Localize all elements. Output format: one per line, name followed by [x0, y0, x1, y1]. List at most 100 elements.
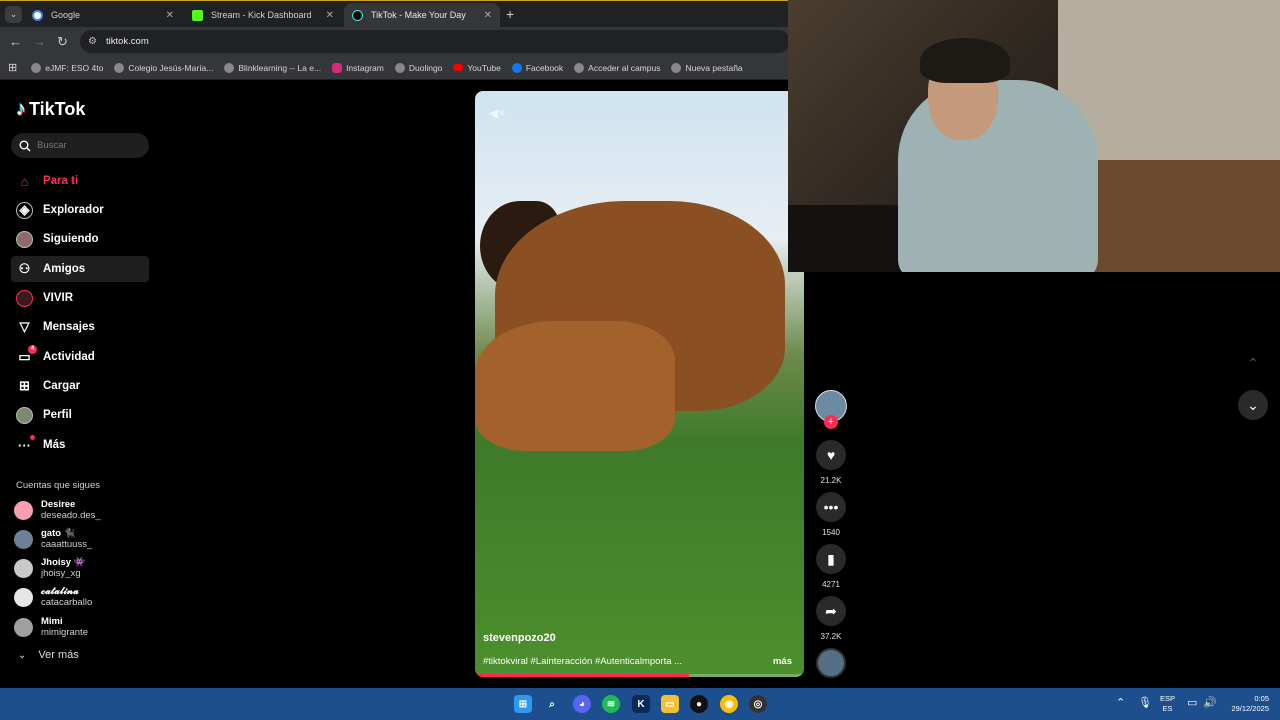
search-box[interactable] — [11, 133, 149, 158]
search-input[interactable] — [37, 140, 137, 151]
search-icon[interactable]: ⌕ — [543, 695, 561, 713]
video-frame-shape — [475, 321, 675, 451]
bookmark-item[interactable]: Duolingo — [394, 62, 442, 73]
video-player[interactable]: ◀× stevenpozo20 #tiktokviral #Lainteracc… — [475, 91, 804, 677]
apps-icon[interactable]: ⊞ — [8, 61, 17, 74]
tiktok-sidebar: ♪ TikTok ⌂ Para ti ◈ Explorador Siguiend… — [0, 81, 160, 688]
see-more-label: Ver más — [38, 649, 79, 661]
avatar — [14, 500, 33, 520]
address-bar[interactable]: ⚙ tiktok.com — [80, 30, 790, 53]
mute-icon[interactable]: ◀× — [489, 106, 505, 120]
followed-account[interactable]: Desiree deseado.des_ — [14, 499, 101, 521]
volume-icon[interactable]: 🔊 — [1203, 696, 1217, 709]
see-more-button[interactable]: ⌄ Ver más — [18, 649, 79, 661]
nav-label: Para ti — [43, 175, 79, 187]
reload-icon[interactable]: ↻ — [57, 34, 68, 50]
bookmark-item[interactable]: eJMF: ESO 4to — [31, 62, 104, 73]
account-handle: mimigrante — [41, 627, 88, 638]
language-code: ESP — [1160, 694, 1176, 703]
nav-label: Actividad — [43, 351, 95, 363]
followed-account[interactable]: Jhoisy 👾 jhoisy_xg — [14, 557, 86, 579]
bookmark-item[interactable]: Blinklearning -- La e... — [224, 62, 321, 73]
tray-chevron-up-icon[interactable]: ⌃ — [1116, 696, 1125, 709]
compass-icon: ◈ — [16, 201, 33, 219]
share-button[interactable]: ➦ — [816, 596, 846, 626]
save-button[interactable]: ▮ — [816, 544, 846, 574]
avatar — [14, 558, 33, 578]
previous-video-button[interactable]: ⌃ — [1238, 348, 1268, 378]
nav-cargar[interactable]: ⊞ Cargar — [11, 373, 149, 399]
nav-label: Más — [43, 439, 66, 451]
chrome-icon[interactable]: ◉ — [720, 695, 738, 713]
microphone-icon[interactable]: 🎙 — [1138, 696, 1152, 709]
obs-icon[interactable]: ● — [690, 695, 708, 713]
system-clock[interactable]: 0:05 29/12/2025 — [1225, 694, 1269, 714]
bookmark-icon — [224, 62, 235, 73]
discord-icon[interactable]: ◕ — [573, 695, 591, 713]
nav-label: VIVIR — [43, 292, 74, 304]
back-icon[interactable]: ← — [9, 34, 22, 49]
forward-icon[interactable]: → — [33, 34, 46, 49]
music-disc-icon[interactable] — [816, 648, 846, 678]
nav-siguiendo[interactable]: Siguiendo — [11, 226, 149, 252]
google-icon — [32, 9, 43, 21]
tab-tiktok[interactable]: TikTok - Make Your Day ✕ — [344, 3, 500, 27]
caption-more-button[interactable]: más — [773, 656, 792, 667]
share-icon: ➦ — [825, 602, 837, 619]
comment-button[interactable]: ••• — [816, 492, 846, 522]
bookmark-item[interactable]: YouTube — [453, 63, 501, 73]
bookmark-item[interactable]: Nueva pestaña — [671, 62, 743, 73]
account-handle: deseado.des_ — [41, 510, 101, 521]
bookmark-label: eJMF: ESO 4to — [45, 62, 104, 73]
bookmark-item[interactable]: Colegio Jesús-María... — [114, 62, 214, 73]
chevron-down-icon: ⌄ — [1247, 396, 1259, 413]
share-count: 37.2K — [820, 632, 842, 641]
bookmark-label: Colegio Jesús-María... — [128, 62, 214, 73]
close-icon[interactable]: ✕ — [484, 10, 492, 21]
new-tab-button[interactable]: + — [506, 6, 514, 22]
follow-plus-icon[interactable]: + — [824, 415, 838, 429]
close-icon[interactable]: ✕ — [166, 10, 174, 21]
nav-perfil[interactable]: Perfil — [11, 402, 149, 428]
windows-start-icon[interactable]: ⊞ — [514, 695, 532, 713]
avatar — [14, 529, 33, 549]
nav-explorador[interactable]: ◈ Explorador — [11, 197, 149, 223]
nav-vivir[interactable]: VIVIR — [11, 285, 149, 311]
kick-app-icon[interactable]: K — [632, 695, 650, 713]
video-progress-bar[interactable] — [475, 674, 804, 677]
next-video-button[interactable]: ⌄ — [1238, 390, 1268, 420]
file-explorer-icon[interactable]: ▭ — [661, 695, 679, 713]
tiktok-note-icon: ♪ — [16, 98, 26, 120]
spotify-icon[interactable]: ≋ — [602, 695, 620, 713]
nav-amigos[interactable]: ⚇ Amigos — [11, 256, 149, 282]
tab-kick[interactable]: Stream - Kick Dashboard ✕ — [184, 3, 342, 27]
tab-search-button[interactable]: ⌄ — [5, 6, 22, 23]
account-name: Desiree — [41, 499, 76, 510]
tiktok-logo[interactable]: ♪ TikTok — [16, 98, 85, 121]
nav-actividad[interactable]: ▭ 4 Actividad — [11, 344, 149, 370]
followed-account[interactable]: 𝓬𝓪𝓽𝓪𝓵𝓲𝓷𝓪 catacarballo — [14, 586, 92, 608]
bookmark-item[interactable]: Facebook — [511, 62, 563, 73]
site-info-icon[interactable]: ⚙ — [88, 36, 97, 47]
bookmark-item[interactable]: Instagram — [332, 62, 384, 73]
nav-para-ti[interactable]: ⌂ Para ti — [11, 168, 149, 194]
like-button[interactable]: ♥ — [816, 440, 846, 470]
tab-google[interactable]: Google ✕ — [24, 3, 182, 27]
video-username[interactable]: stevenpozo20 — [483, 632, 556, 644]
followed-account[interactable]: gato 🐈‍⬛ caaattuuss_ — [14, 528, 92, 550]
close-icon[interactable]: ✕ — [326, 10, 334, 21]
nav-mas[interactable]: ··· Más — [11, 432, 149, 458]
avatar — [14, 617, 33, 637]
notification-badge: 4 — [28, 344, 37, 354]
like-count: 21.2K — [820, 476, 842, 485]
account-name: 𝓬𝓪𝓽𝓪𝓵𝓲𝓷𝓪 — [41, 586, 79, 597]
nav-label: Mensajes — [43, 321, 95, 333]
network-icon[interactable]: ▭ — [1187, 696, 1197, 709]
url-text: tiktok.com — [105, 36, 149, 47]
steam-icon[interactable]: ◎ — [749, 695, 767, 713]
nav-mensajes[interactable]: ▽ Mensajes — [11, 314, 149, 340]
tab-title: Stream - Kick Dashboard — [211, 10, 312, 20]
followed-account[interactable]: Mimi mimigrante — [14, 616, 88, 638]
bookmark-item[interactable]: Acceder al campus — [574, 62, 660, 73]
language-indicator[interactable]: ESP ES — [1160, 694, 1175, 714]
